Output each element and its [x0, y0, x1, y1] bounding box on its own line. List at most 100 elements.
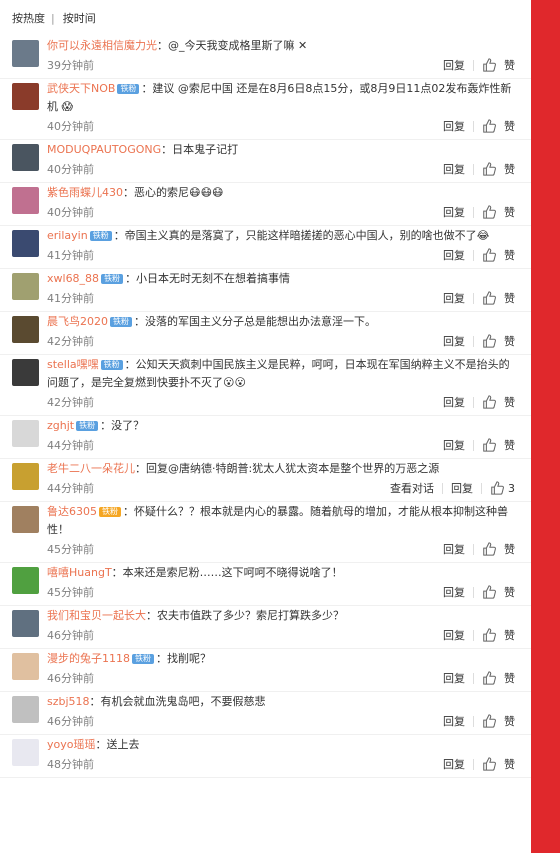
comment-username[interactable]: xwl68_88: [47, 272, 99, 285]
reply-button[interactable]: 回复: [443, 161, 465, 177]
comment-username[interactable]: 嘻嘻HuangT: [47, 566, 112, 579]
comment-username[interactable]: yoyo瑶瑶: [47, 738, 95, 751]
like-button[interactable]: 赞: [504, 290, 515, 306]
thumb-up-icon[interactable]: [482, 291, 496, 305]
reply-button[interactable]: 回复: [443, 290, 465, 306]
view-conversation-button[interactable]: 查看对话: [390, 480, 434, 496]
comment-username[interactable]: MODUQPAUTOGONG: [47, 143, 161, 156]
comment-text: ：本来还是索尼粉……这下呵呵不晓得说啥了！: [111, 566, 343, 579]
like-button[interactable]: 赞: [504, 118, 515, 134]
like-button[interactable]: 赞: [504, 713, 515, 729]
avatar[interactable]: [12, 187, 39, 214]
comment-username[interactable]: 晨飞鸟2020: [47, 315, 108, 328]
avatar[interactable]: [12, 273, 39, 300]
like-button[interactable]: 赞: [504, 204, 515, 220]
reply-button[interactable]: 回复: [443, 670, 465, 686]
comment-username[interactable]: szbj518: [47, 695, 90, 708]
comment-username[interactable]: 武侠天下NOB: [47, 82, 115, 95]
like-button[interactable]: 赞: [504, 627, 515, 643]
comment-text-line: 老牛二八一朵花儿：回复@唐纳德·特朗普:犹太人犹太资本是整个世界的万恶之源: [47, 460, 515, 478]
comment-username[interactable]: 我们和宝贝一起长大: [47, 609, 146, 622]
avatar[interactable]: [12, 420, 39, 447]
thumb-up-icon[interactable]: [482, 585, 496, 599]
avatar[interactable]: [12, 610, 39, 637]
tab-sort-time[interactable]: 按时间: [63, 10, 96, 26]
comment-username[interactable]: 鲁达6305: [47, 505, 97, 518]
avatar[interactable]: [12, 567, 39, 594]
avatar[interactable]: [12, 696, 39, 723]
sort-tabs: 按热度 | 按时间: [0, 0, 531, 36]
like-button[interactable]: 赞: [504, 57, 515, 73]
comment-text-line: erilayin 铁粉 ：帝国主义真的是落寞了，只能这样暗搓搓的恶心中国人，别的啥也…: [47, 227, 515, 245]
reply-button[interactable]: 回复: [443, 394, 465, 410]
comment-text-line: 漫步的兔子1118 铁粉 ：找削呢？: [47, 650, 515, 668]
comment-text: ：没落的军国主义分子总是能想出办法意淫一下。: [134, 315, 376, 328]
reply-button[interactable]: 回复: [443, 627, 465, 643]
like-button[interactable]: 赞: [504, 247, 515, 263]
thumb-up-icon[interactable]: [482, 205, 496, 219]
divider: [473, 120, 474, 132]
reply-button[interactable]: 回复: [443, 541, 465, 557]
reply-button[interactable]: 回复: [443, 756, 465, 772]
comment-actions: 回复 赞: [443, 627, 515, 643]
avatar[interactable]: [12, 144, 39, 171]
thumb-up-icon[interactable]: [482, 714, 496, 728]
like-button[interactable]: 赞: [504, 584, 515, 600]
avatar[interactable]: [12, 359, 39, 386]
divider: [473, 249, 474, 261]
reply-button[interactable]: 回复: [443, 713, 465, 729]
thumb-up-icon[interactable]: [482, 58, 496, 72]
comment-username[interactable]: stella嘿嘿: [47, 358, 99, 371]
thumb-up-icon[interactable]: [482, 757, 496, 771]
reply-button[interactable]: 回复: [443, 204, 465, 220]
comment-username[interactable]: erilayin: [47, 229, 88, 242]
like-button[interactable]: 赞: [504, 756, 515, 772]
comment-text: ：帝国主义真的是落寞了，只能这样暗搓搓的恶心中国人，别的啥也做不了😂: [113, 229, 490, 242]
comment-username[interactable]: 老牛二八一朵花儿: [47, 462, 135, 475]
comment-username[interactable]: 你可以永遠相信魔力光: [47, 39, 157, 52]
thumb-up-icon[interactable]: [490, 481, 504, 495]
reply-button[interactable]: 回复: [443, 247, 465, 263]
avatar[interactable]: [12, 653, 39, 680]
reply-button[interactable]: 回复: [451, 480, 473, 496]
reply-button[interactable]: 回复: [443, 57, 465, 73]
comment-text-line: stella嘿嘿 铁粉 ：公知天天疯刺中国民族主义是民粹，呵呵，日本现在军国纳粹主义…: [47, 356, 515, 392]
reply-button[interactable]: 回复: [443, 118, 465, 134]
avatar[interactable]: [12, 316, 39, 343]
like-button[interactable]: 赞: [504, 437, 515, 453]
reply-button[interactable]: 回复: [443, 584, 465, 600]
avatar[interactable]: [12, 463, 39, 490]
thumb-up-icon[interactable]: [482, 162, 496, 176]
reply-button[interactable]: 回复: [443, 437, 465, 453]
reply-button[interactable]: 回复: [443, 333, 465, 349]
thumb-up-icon[interactable]: [482, 628, 496, 642]
avatar[interactable]: [12, 506, 39, 533]
like-button[interactable]: 赞: [504, 394, 515, 410]
avatar[interactable]: [12, 739, 39, 766]
like-button[interactable]: 赞: [504, 333, 515, 349]
fan-badge: 铁粉: [101, 274, 124, 284]
thumb-up-icon[interactable]: [482, 119, 496, 133]
like-button[interactable]: 赞: [504, 161, 515, 177]
comment-time: 48分钟前: [47, 758, 94, 771]
comment-username[interactable]: 漫步的兔子1118: [47, 652, 130, 665]
thumb-up-icon[interactable]: [482, 671, 496, 685]
avatar[interactable]: [12, 230, 39, 257]
divider: [473, 292, 474, 304]
comment-text-line: szbj518：有机会就血洗鬼岛吧，不要假慈悲: [47, 693, 515, 711]
like-button[interactable]: 赞: [504, 541, 515, 557]
avatar[interactable]: [12, 40, 39, 67]
comment-username[interactable]: 紫色雨蝶儿430: [47, 186, 123, 199]
like-button[interactable]: 赞: [504, 670, 515, 686]
thumb-up-icon[interactable]: [482, 395, 496, 409]
comment-actions: 查看对话 回复 3: [390, 480, 515, 496]
thumb-up-icon[interactable]: [482, 438, 496, 452]
comment-item: szbj518：有机会就血洗鬼岛吧，不要假慈悲 46分钟前 回复 赞: [0, 692, 531, 735]
thumb-up-icon[interactable]: [482, 334, 496, 348]
tab-sort-hot[interactable]: 按热度: [12, 10, 45, 26]
thumb-up-icon[interactable]: [482, 248, 496, 262]
comment-text: ：恶心的索尼😷😷😷: [123, 186, 224, 199]
thumb-up-icon[interactable]: [482, 542, 496, 556]
avatar[interactable]: [12, 83, 39, 110]
comment-username[interactable]: zghjt: [47, 419, 74, 432]
